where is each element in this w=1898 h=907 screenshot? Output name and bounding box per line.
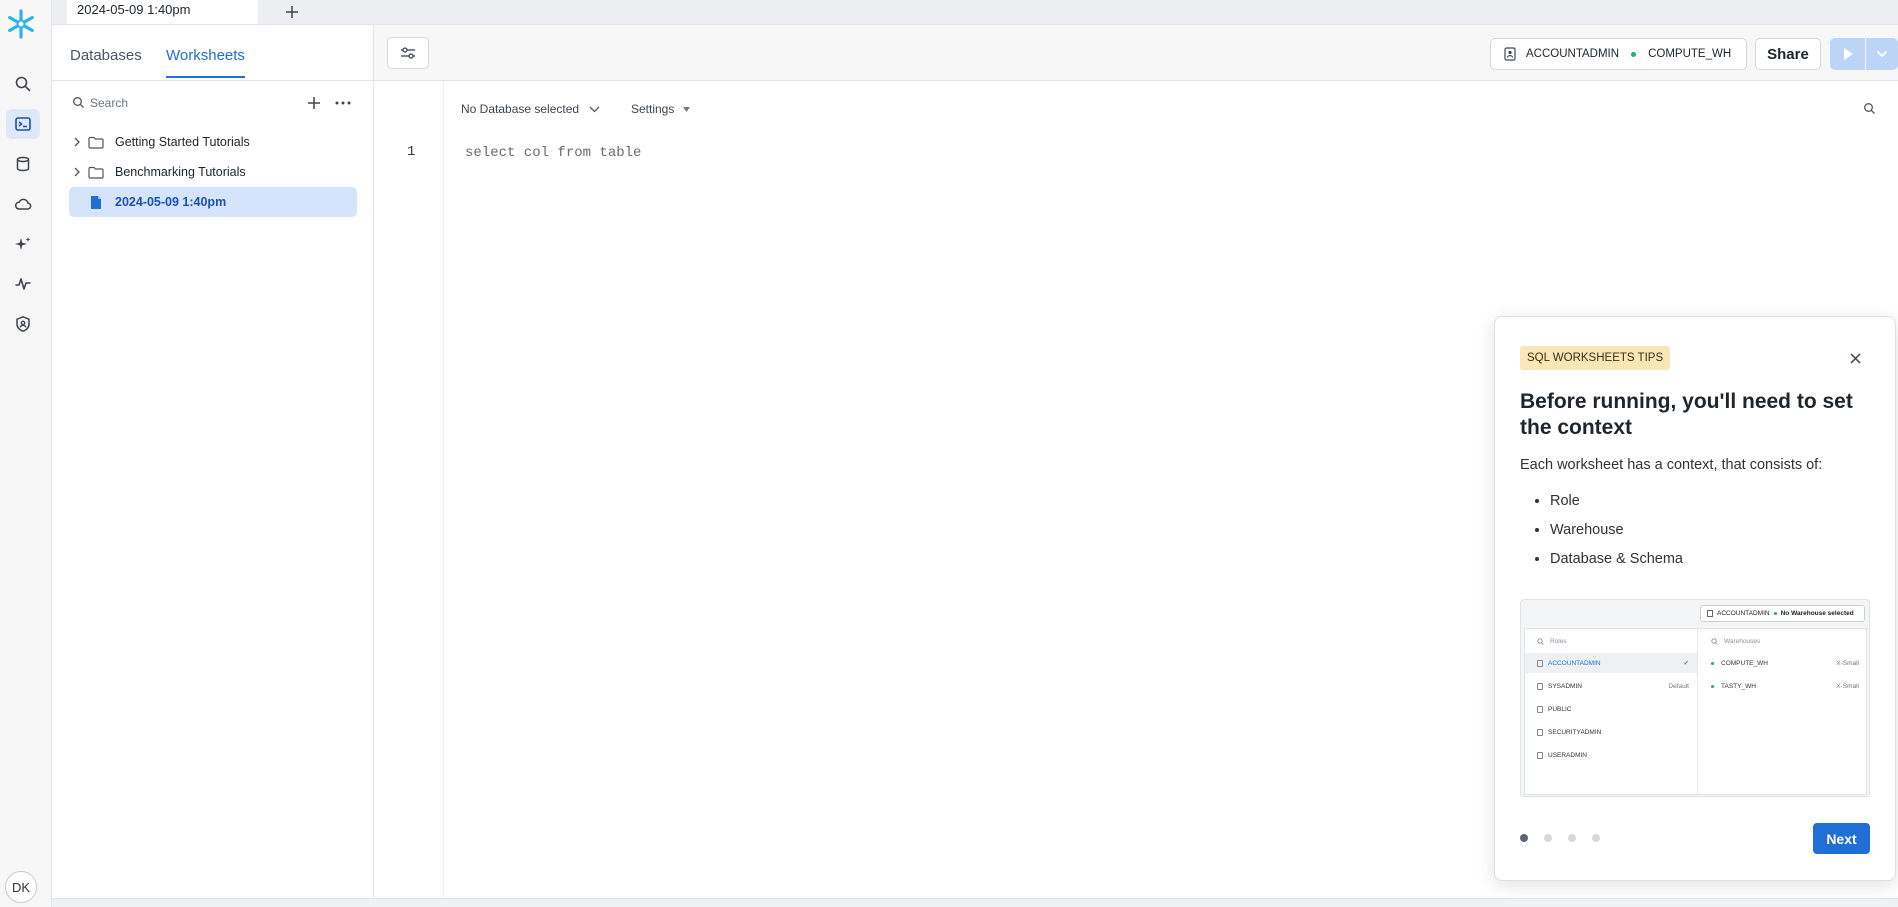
database-selector-label: No Database selected	[461, 102, 580, 116]
folder-icon	[85, 166, 107, 179]
sliders-icon	[401, 47, 415, 59]
preview-role-row: SECURITYADMIN	[1525, 722, 1697, 742]
pagination-dot-active[interactable]	[1520, 834, 1528, 842]
tips-intro: Each worksheet has a context, that consi…	[1520, 457, 1823, 473]
worksheet-item-active[interactable]: 2024-05-09 1:40pm	[69, 187, 357, 217]
search-icon[interactable]	[6, 69, 40, 99]
chevron-right-icon[interactable]	[69, 137, 85, 147]
role-badge-icon	[1504, 47, 1516, 61]
context-preview-image: ACCOUNTADMIN No Warehouse selected Roles…	[1520, 599, 1870, 797]
run-options-dropdown[interactable]	[1866, 38, 1898, 70]
preview-warehouse: No Warehouse selected	[1780, 610, 1854, 617]
tips-bullet: Role	[1550, 487, 1683, 516]
preview-warehouses-search: Warehouses	[1711, 638, 1760, 645]
preview-warehouse-row: COMPUTE_WH X-Small	[1699, 653, 1867, 673]
worksheet-tab-strip: 2024-05-09 1:40pm	[52, 0, 1898, 25]
preview-role: ACCOUNTADMIN	[1717, 610, 1770, 617]
search-icon	[1711, 638, 1718, 645]
pagination-dot[interactable]	[1568, 834, 1576, 842]
close-icon[interactable]	[1845, 348, 1865, 368]
nav-rail: DK	[0, 0, 52, 907]
search-icon	[1537, 638, 1544, 645]
editor-search-icon[interactable]	[1863, 102, 1876, 120]
pagination-dot[interactable]	[1592, 834, 1600, 842]
sidebar-search-input[interactable]	[90, 93, 290, 113]
tips-bullet: Warehouse	[1550, 516, 1683, 545]
preview-warehouses-column: Warehouses COMPUTE_WH X-Small TASTY_WH X-S…	[1699, 629, 1867, 794]
preview-roles-search: Roles	[1537, 638, 1567, 645]
line-number-gutter	[374, 81, 444, 898]
chevron-right-icon[interactable]	[69, 167, 85, 177]
snowflake-logo-icon[interactable]	[5, 8, 37, 40]
folder-item-benchmarking[interactable]: Benchmarking Tutorials	[69, 157, 357, 187]
editor-toolbar: ACCOUNTADMIN COMPUTE_WH Share	[374, 25, 1898, 81]
caret-down-icon	[683, 106, 691, 112]
preview-role-row: ACCOUNTADMIN ✔	[1525, 653, 1697, 673]
admin-shield-icon[interactable]	[6, 309, 40, 339]
preview-roles-placeholder: Roles	[1550, 638, 1567, 645]
preview-context-bar: ACCOUNTADMIN No Warehouse selected	[1700, 605, 1865, 622]
tips-bullet-list: Role Warehouse Database & Schema	[1550, 487, 1683, 574]
worksheet-tab-active[interactable]: 2024-05-09 1:40pm	[67, 0, 258, 24]
database-icon[interactable]	[6, 149, 40, 179]
preview-roles-column: Roles ACCOUNTADMIN ✔ SYSADMIN Default PUBL…	[1525, 629, 1698, 794]
settings-label: Settings	[631, 102, 675, 116]
folder-icon	[85, 136, 107, 149]
tab-databases[interactable]: Databases	[70, 47, 142, 76]
preview-warehouses-placeholder: Warehouses	[1724, 638, 1761, 645]
sidebar-tabs: Databases Worksheets	[52, 25, 373, 81]
folder-label: Getting Started Tutorials	[115, 135, 250, 149]
filter-settings-button[interactable]	[387, 37, 429, 69]
worksheet-file-icon	[85, 195, 107, 210]
app-window: DK 2024-05-09 1:40pm Databases Worksheet…	[0, 0, 1898, 907]
add-tab-plus-icon[interactable]	[280, 0, 304, 24]
preview-role-row: PUBLIC	[1525, 699, 1697, 719]
tips-badge: SQL WORKSHEETS TIPS	[1520, 346, 1671, 370]
ai-sparkle-icon[interactable]	[6, 229, 40, 259]
editor-settings-menu[interactable]: Settings	[631, 102, 691, 116]
add-worksheet-plus-icon[interactable]	[303, 92, 325, 114]
cloud-icon[interactable]	[6, 189, 40, 219]
object-sidebar: Databases Worksheets Getting Started Tut…	[52, 25, 374, 898]
folder-item-getting-started[interactable]: Getting Started Tutorials	[69, 127, 357, 157]
tips-pagination-dots	[1520, 834, 1616, 842]
search-icon	[72, 96, 85, 114]
play-icon	[1843, 48, 1853, 60]
more-options-ellipsis-icon[interactable]	[332, 92, 354, 114]
tab-worksheets[interactable]: Worksheets	[166, 47, 245, 78]
sidebar-search	[70, 91, 362, 115]
current-role: ACCOUNTADMIN	[1526, 48, 1620, 60]
role-badge-icon	[1707, 610, 1713, 617]
worksheet-tips-popover: SQL WORKSHEETS TIPS Before running, you'…	[1494, 316, 1896, 881]
worksheet-label: 2024-05-09 1:40pm	[115, 195, 227, 209]
folder-label: Benchmarking Tutorials	[115, 165, 246, 179]
results-pane-divider[interactable]	[52, 898, 1898, 907]
pagination-dot[interactable]	[1544, 834, 1552, 842]
tips-title: Before running, you'll need to set the c…	[1520, 390, 1853, 439]
tips-bullet: Database & Schema	[1550, 545, 1683, 574]
role-warehouse-context-button[interactable]: ACCOUNTADMIN COMPUTE_WH	[1490, 38, 1747, 70]
database-selector[interactable]: No Database selected	[461, 102, 600, 116]
preview-warehouse-row: TASTY_WH X-Small	[1699, 676, 1867, 696]
share-button[interactable]: Share	[1755, 38, 1821, 70]
current-warehouse: COMPUTE_WH	[1648, 48, 1732, 60]
preview-role-row: SYSADMIN Default	[1525, 676, 1697, 696]
run-button[interactable]	[1830, 38, 1865, 70]
worksheets-terminal-icon[interactable]	[6, 109, 40, 139]
next-button[interactable]: Next	[1813, 823, 1870, 854]
code-line[interactable]: select col from table	[465, 145, 641, 161]
activity-pulse-icon[interactable]	[6, 269, 40, 299]
line-number: 1	[407, 144, 416, 160]
status-dot	[1773, 612, 1777, 615]
user-avatar[interactable]: DK	[5, 871, 37, 903]
preview-context-dropdown: Roles ACCOUNTADMIN ✔ SYSADMIN Default PUBL…	[1524, 628, 1867, 795]
warehouse-status-dot	[1631, 51, 1637, 57]
chevron-down-icon	[589, 106, 600, 112]
chevron-down-icon	[1876, 50, 1888, 58]
preview-role-row: USERADMIN	[1525, 745, 1697, 765]
